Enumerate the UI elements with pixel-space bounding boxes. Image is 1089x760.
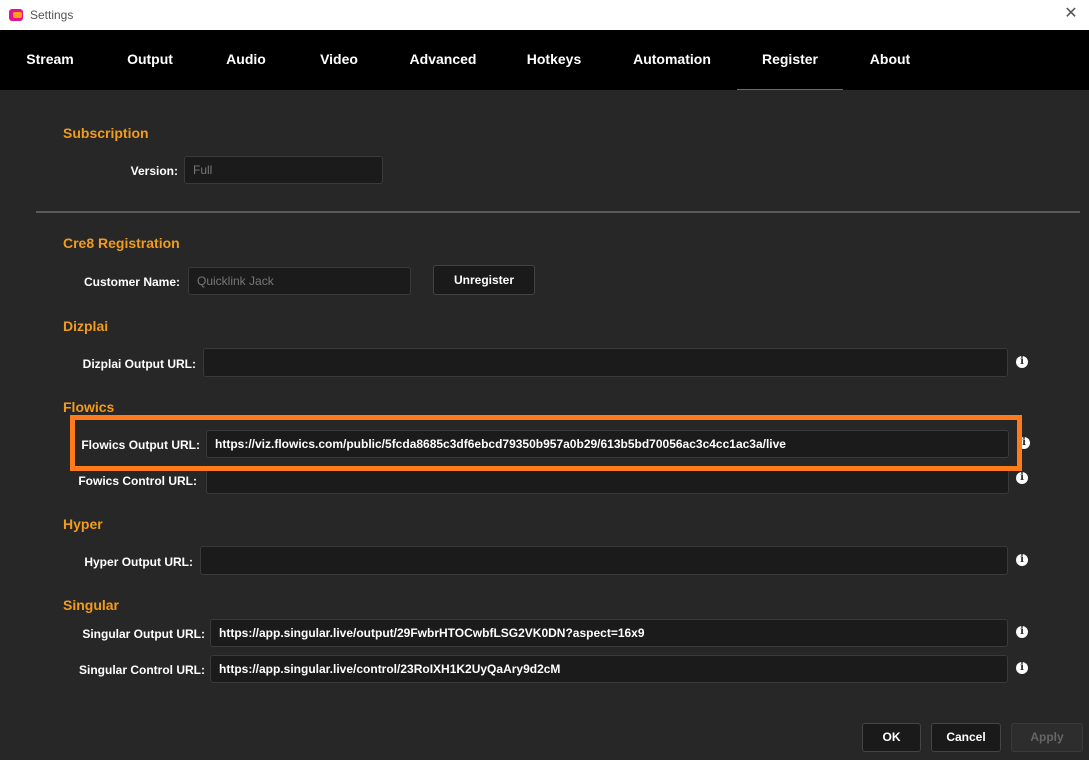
singular-control-info-icon[interactable]: i	[1016, 662, 1028, 674]
close-icon[interactable]: ✕	[1061, 4, 1081, 24]
singular-control-field[interactable]: https://app.singular.live/control/23RoIX…	[210, 655, 1008, 683]
customer-name-label: Customer Name:	[83, 275, 180, 289]
dizplai-output-label: Dizplai Output URL:	[82, 357, 196, 371]
tab-video[interactable]: Video	[309, 30, 369, 90]
ok-button[interactable]: OK	[862, 723, 921, 752]
flowics-output-highlight	[70, 415, 1022, 471]
flowics-control-info-icon[interactable]: i	[1016, 472, 1028, 484]
dizplai-heading: Dizplai	[63, 318, 109, 334]
tab-stream[interactable]: Stream	[18, 30, 82, 90]
version-field[interactable]: Full	[184, 156, 383, 184]
customer-name-field[interactable]: Quicklink Jack	[188, 267, 411, 295]
dizplai-info-icon[interactable]: i	[1016, 356, 1028, 368]
cancel-button[interactable]: Cancel	[931, 723, 1001, 752]
hyper-heading: Hyper	[63, 516, 103, 532]
title-bar: Settings ✕	[0, 0, 1089, 30]
flowics-heading: Flowics	[63, 399, 115, 415]
flowics-control-label: Fowics Control URL:	[78, 474, 197, 488]
tab-audio[interactable]: Audio	[216, 30, 276, 90]
tab-automation[interactable]: Automation	[626, 30, 718, 90]
tab-bar: Stream Output Audio Video Advanced Hotke…	[0, 30, 1089, 90]
version-label: Version:	[130, 164, 178, 178]
unregister-button[interactable]: Unregister	[433, 265, 535, 295]
hyper-info-icon[interactable]: i	[1016, 554, 1028, 566]
singular-control-label: Singular Control URL:	[79, 663, 205, 677]
hyper-output-field[interactable]	[200, 546, 1008, 575]
hyper-output-label: Hyper Output URL:	[84, 555, 193, 569]
singular-output-info-icon[interactable]: i	[1016, 626, 1028, 638]
app-logo-icon	[9, 9, 23, 21]
tab-output[interactable]: Output	[118, 30, 182, 90]
cre8-registration-heading: Cre8 Registration	[63, 235, 180, 251]
tab-register[interactable]: Register	[737, 30, 843, 90]
subscription-heading: Subscription	[63, 125, 149, 141]
apply-button[interactable]: Apply	[1011, 723, 1083, 752]
tab-hotkeys[interactable]: Hotkeys	[520, 30, 588, 90]
tab-about[interactable]: About	[862, 30, 918, 90]
section-divider	[36, 211, 1080, 213]
singular-heading: Singular	[63, 597, 120, 613]
singular-output-field[interactable]: https://app.singular.live/output/29FwbrH…	[210, 619, 1008, 647]
tab-advanced[interactable]: Advanced	[402, 30, 484, 90]
singular-output-label: Singular Output URL:	[82, 627, 205, 641]
dizplai-output-field[interactable]	[203, 348, 1008, 377]
window-title: Settings	[30, 8, 74, 22]
